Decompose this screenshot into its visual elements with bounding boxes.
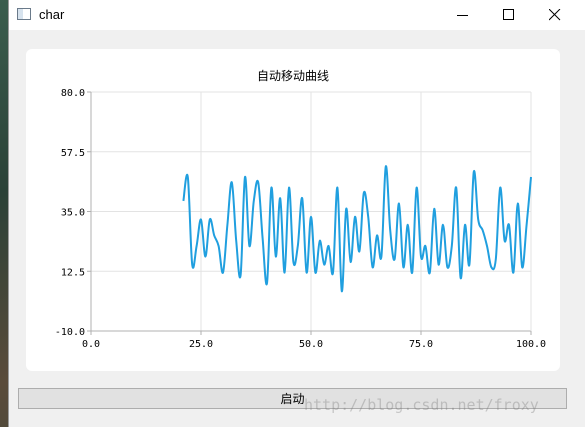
chart-view: 自动移动曲线 0.0 25.0 50.0 75.0 100.0 -10.0 12.5 35.0… — [26, 49, 560, 371]
series-line — [182, 165, 532, 293]
maximize-icon — [503, 9, 514, 20]
x-tick-label: 25.0 — [189, 339, 213, 350]
y-tick-label: 80.0 — [61, 88, 85, 99]
x-tick-label: 75.0 — [409, 339, 433, 350]
x-tick-label: 100.0 — [516, 339, 546, 350]
start-button[interactable]: 启动 — [18, 388, 567, 409]
y-tick-label: 35.0 — [61, 208, 85, 219]
app-window: char 自动移动曲线 0.0 25.0 50.0 75.0 100.0 -10.0 12.… — [8, 0, 585, 427]
close-icon — [549, 9, 561, 21]
title-bar[interactable]: char — [9, 0, 585, 30]
app-icon — [17, 8, 31, 20]
close-button[interactable] — [532, 0, 578, 30]
maximize-button[interactable] — [486, 0, 532, 30]
x-tick-label: 0.0 — [82, 339, 100, 350]
line-chart: 0.0 25.0 50.0 75.0 100.0 -10.0 12.5 35.0 57.5 80.… — [55, 88, 546, 350]
minimize-icon — [457, 15, 468, 16]
minimize-button[interactable] — [440, 0, 486, 30]
y-tick-label: 57.5 — [61, 148, 85, 159]
y-tick-label: -10.0 — [55, 327, 85, 338]
window-title: char — [39, 7, 65, 22]
x-tick-label: 50.0 — [299, 339, 323, 350]
y-tick-label: 12.5 — [61, 267, 85, 278]
